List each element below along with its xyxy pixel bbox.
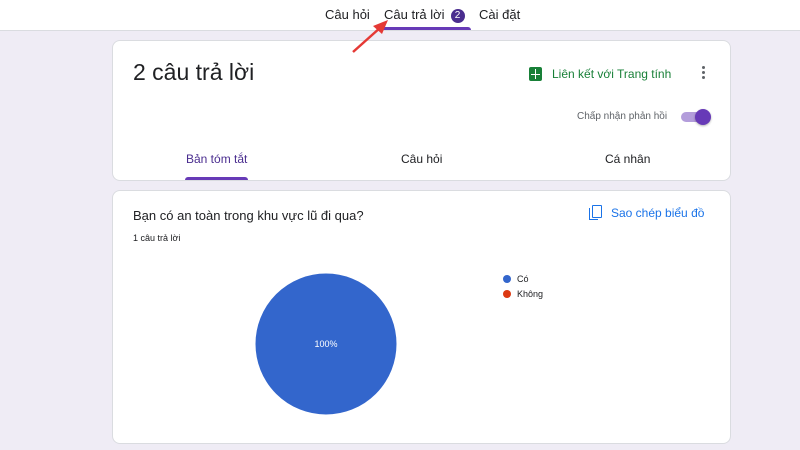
arrow-shaft (352, 26, 382, 53)
annotation-arrow (352, 20, 388, 53)
